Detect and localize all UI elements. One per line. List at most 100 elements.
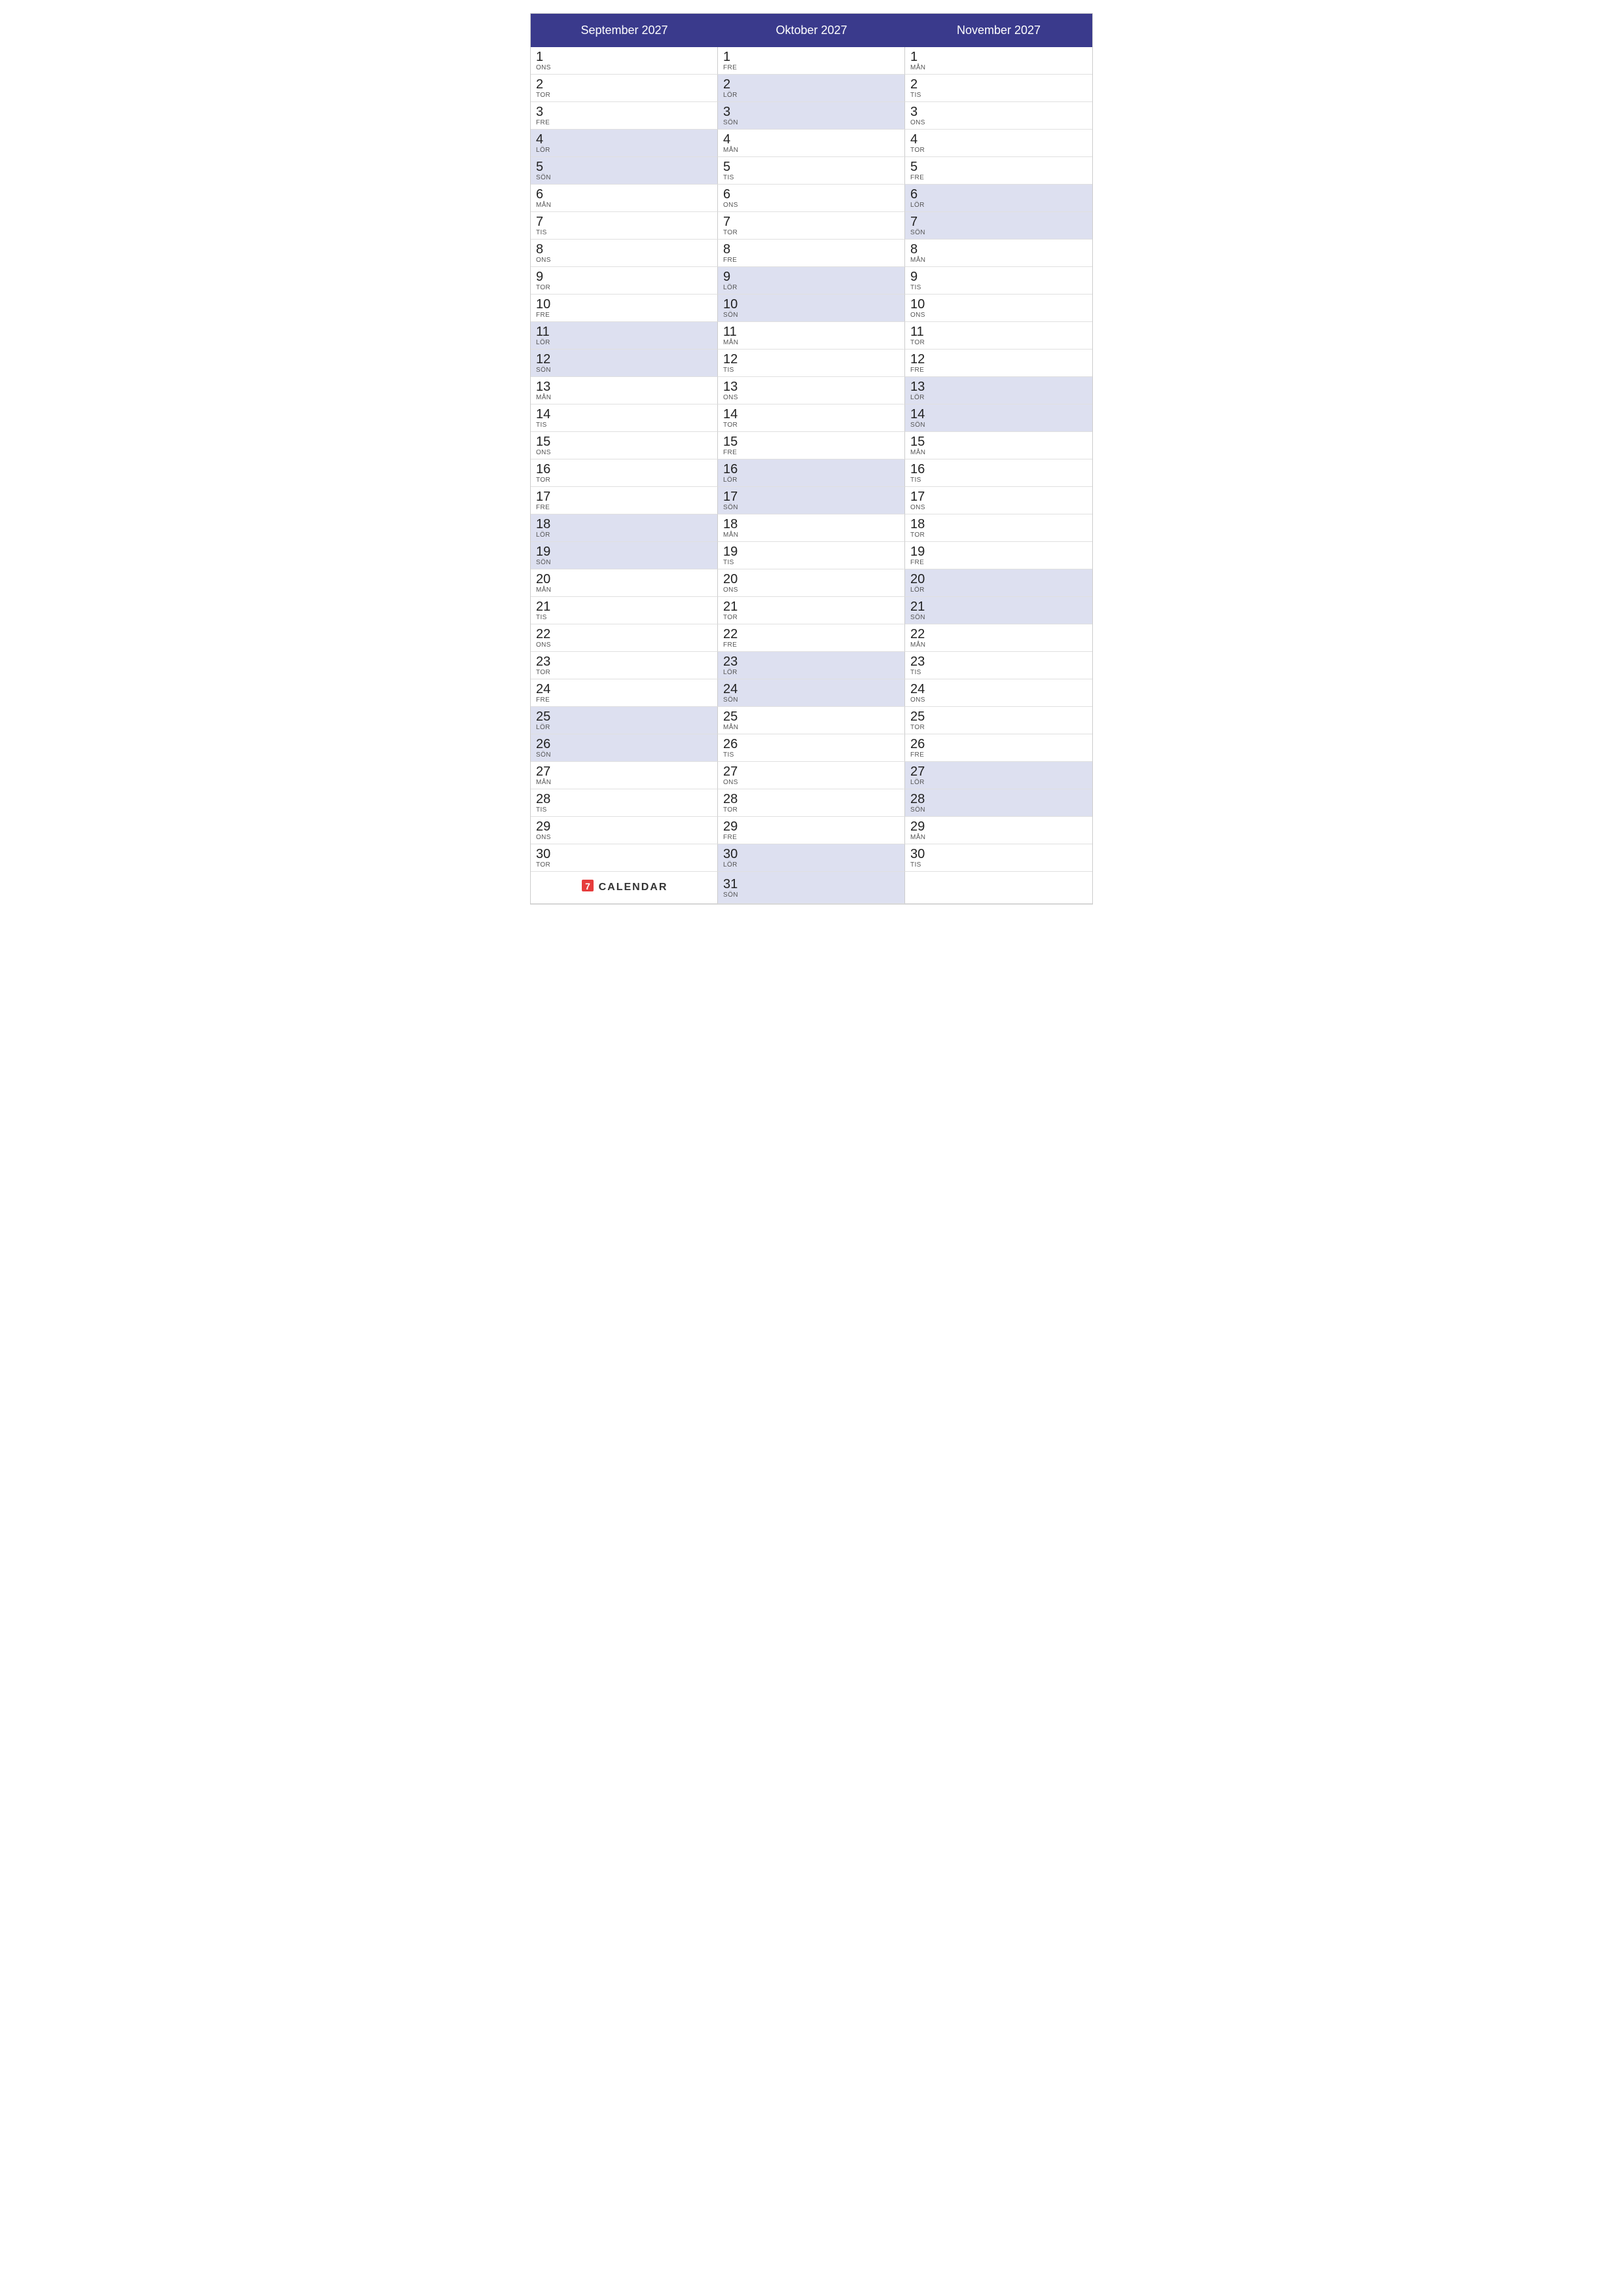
day-number: 8 — [723, 242, 899, 257]
day-number: 17 — [910, 490, 1087, 504]
day-name: ONS — [536, 449, 712, 456]
day-cell: 18LÖR — [531, 514, 718, 542]
day-name: FRE — [723, 64, 899, 71]
day-name: FRE — [723, 257, 899, 264]
day-name: TOR — [536, 861, 712, 869]
day-cell: 29ONS — [531, 817, 718, 844]
day-cell: 30TIS — [905, 844, 1092, 872]
day-number: 9 — [723, 270, 899, 284]
day-name: SÖN — [723, 119, 899, 126]
day-number: 23 — [536, 655, 712, 669]
day-cell: 2LÖR — [718, 75, 905, 102]
day-cell: 10SÖN — [718, 295, 905, 322]
day-cell: 5SÖN — [531, 157, 718, 185]
day-number: 28 — [910, 792, 1087, 806]
day-number: 11 — [723, 325, 899, 339]
day-number: 12 — [910, 352, 1087, 367]
day-name: TIS — [536, 229, 712, 236]
day-number: 2 — [910, 77, 1087, 92]
day-cell: 7SÖN — [905, 212, 1092, 240]
svg-text:7: 7 — [585, 881, 590, 891]
day-cell: 13MÅN — [531, 377, 718, 404]
day-number: 14 — [723, 407, 899, 422]
day-cell: 30TOR — [531, 844, 718, 872]
day-cell: 13ONS — [718, 377, 905, 404]
day-name: MÅN — [536, 586, 712, 594]
day-name: MÅN — [910, 257, 1087, 264]
day-name: TIS — [910, 669, 1087, 676]
day-name: FRE — [536, 119, 712, 126]
day-cell: 20ONS — [718, 569, 905, 597]
day-name: FRE — [910, 174, 1087, 181]
day-name: LÖR — [910, 202, 1087, 209]
day-cell: 13LÖR — [905, 377, 1092, 404]
day-number: 20 — [723, 572, 899, 586]
day-cell: 4TOR — [905, 130, 1092, 157]
day-name: TOR — [536, 476, 712, 484]
day-name: TIS — [910, 476, 1087, 484]
day-cell: 1MÅN — [905, 47, 1092, 75]
day-cell: 18TOR — [905, 514, 1092, 542]
day-number: 18 — [910, 517, 1087, 531]
day-cell: 21TIS — [531, 597, 718, 624]
day-cell: 19FRE — [905, 542, 1092, 569]
day-cell: 10FRE — [531, 295, 718, 322]
day-number: 17 — [723, 490, 899, 504]
day-number: 22 — [536, 627, 712, 641]
day-name: ONS — [910, 504, 1087, 511]
day-name: SÖN — [910, 614, 1087, 621]
day-name: TIS — [723, 367, 899, 374]
day-cell: 18MÅN — [718, 514, 905, 542]
day-cell: 30LÖR — [718, 844, 905, 872]
day-number: 21 — [910, 600, 1087, 614]
day-name: SÖN — [723, 696, 899, 704]
day-number: 5 — [536, 160, 712, 174]
day-cell: 24SÖN — [718, 679, 905, 707]
empty-cell — [905, 872, 1092, 904]
day-number: 13 — [536, 380, 712, 394]
day-cell: 26SÖN — [531, 734, 718, 762]
day-cell: 8ONS — [531, 240, 718, 267]
day-cell: 8FRE — [718, 240, 905, 267]
day-cell: 14TIS — [531, 404, 718, 432]
day-name: ONS — [723, 202, 899, 209]
day-number: 26 — [536, 737, 712, 751]
day-number: 4 — [910, 132, 1087, 147]
day-cell: 2TOR — [531, 75, 718, 102]
day-cell: 11MÅN — [718, 322, 905, 350]
day-name: MÅN — [723, 531, 899, 539]
day-name: TIS — [536, 806, 712, 814]
day-cell: 21TOR — [718, 597, 905, 624]
day-number: 27 — [910, 764, 1087, 779]
day-name: FRE — [910, 367, 1087, 374]
day-number: 6 — [723, 187, 899, 202]
day-name: FRE — [910, 559, 1087, 566]
day-number: 16 — [723, 462, 899, 476]
day-cell: 4LÖR — [531, 130, 718, 157]
day-number: 9 — [536, 270, 712, 284]
day-number: 21 — [536, 600, 712, 614]
day-cell: 25MÅN — [718, 707, 905, 734]
day-number: 14 — [536, 407, 712, 422]
day-cell: 27LÖR — [905, 762, 1092, 789]
day-cell: 1ONS — [531, 47, 718, 75]
day-name: ONS — [723, 586, 899, 594]
day-number: 11 — [910, 325, 1087, 339]
day-cell: 14SÖN — [905, 404, 1092, 432]
day-cell: 6MÅN — [531, 185, 718, 212]
day-number: 3 — [536, 105, 712, 119]
day-number: 22 — [723, 627, 899, 641]
day-number: 8 — [910, 242, 1087, 257]
day-number: 17 — [536, 490, 712, 504]
day-name: TIS — [910, 92, 1087, 99]
day-number: 12 — [536, 352, 712, 367]
day-number: 16 — [536, 462, 712, 476]
day-name: TIS — [723, 174, 899, 181]
day-cell: 23TIS — [905, 652, 1092, 679]
day-cell: 16TIS — [905, 459, 1092, 487]
day-number: 19 — [723, 545, 899, 559]
day-name: ONS — [723, 394, 899, 401]
calendar-grid: September 2027Oktober 2027November 20271… — [530, 13, 1093, 905]
day-name: SÖN — [536, 559, 712, 566]
day-number: 5 — [910, 160, 1087, 174]
